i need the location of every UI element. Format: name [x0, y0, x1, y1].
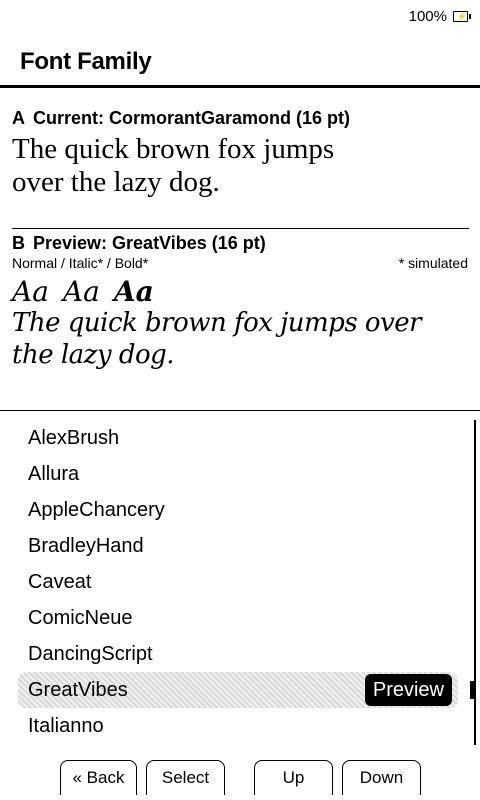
current-font-label: Current: CormorantGaramond (16 pt) [33, 108, 351, 128]
section-divider [12, 228, 469, 229]
page-title: Font Family [20, 48, 152, 75]
font-name: Caveat [28, 571, 92, 593]
current-font-sample: The quick brown fox jumps over the lazy … [12, 133, 468, 199]
current-sample-line1: The quick brown fox jumps [12, 133, 335, 165]
list-item[interactable]: ComicNeue [18, 600, 458, 636]
style-samples: Aa Aa Aa [12, 277, 468, 307]
scrollbar-thumb[interactable] [470, 681, 476, 699]
status-bar: 100% ⚡ [408, 8, 471, 25]
font-name: BradleyHand [28, 535, 144, 557]
preview-font-section: B Preview: GreatVibes (16 pt) Normal / It… [12, 233, 468, 371]
font-name: Italianno [28, 715, 104, 737]
section-letter-b: B [12, 233, 25, 253]
preview-button[interactable]: Preview [364, 674, 452, 706]
list-divider [0, 410, 480, 411]
font-name: GreatVibes [28, 679, 128, 701]
list-item-selected[interactable]: GreatVibes Preview [18, 672, 458, 708]
battery-percentage: 100% [408, 8, 447, 25]
simulated-note: * simulated [398, 255, 468, 271]
list-item[interactable]: AlexBrush [18, 420, 458, 456]
list-item[interactable]: Allura [18, 456, 458, 492]
preview-font-label: Preview: GreatVibes (16 pt) [33, 233, 266, 253]
section-letter-a: A [12, 108, 25, 128]
preview-sample-line2: the lazy dog. [12, 340, 175, 370]
list-item[interactable]: Caveat [18, 564, 458, 600]
list-item[interactable]: Italianno [18, 708, 458, 744]
battery-charging-icon: ⚡ [453, 11, 471, 22]
current-font-heading: A Current: CormorantGaramond (16 pt) [12, 108, 468, 129]
preview-font-heading: B Preview: GreatVibes (16 pt) [12, 233, 468, 254]
font-list[interactable]: AlexBrush Allura AppleChancery BradleyHa… [18, 420, 458, 744]
preview-sample-line1: The quick brown fox jumps over [12, 308, 422, 338]
title-divider [0, 85, 480, 88]
style-bold-sample: Aa [113, 275, 154, 308]
select-button[interactable]: Select [146, 760, 225, 795]
style-normal-sample: Aa [12, 275, 49, 308]
list-item[interactable]: AppleChancery [18, 492, 458, 528]
style-legend-row: Normal / Italic* / Bold* * simulated [12, 255, 468, 271]
list-item[interactable]: BradleyHand [18, 528, 458, 564]
font-name: ComicNeue [28, 607, 133, 629]
style-italic-sample: Aa [62, 275, 100, 308]
font-name: DancingScript [28, 643, 153, 665]
font-name: Allura [28, 463, 80, 485]
up-button[interactable]: Up [254, 760, 333, 795]
font-name: AppleChancery [28, 499, 165, 521]
list-item[interactable]: DancingScript [18, 636, 458, 672]
styles-label: Normal / Italic* / Bold* [12, 255, 149, 271]
current-sample-line2: over the lazy dog. [12, 166, 220, 198]
current-font-section: A Current: CormorantGaramond (16 pt) The … [12, 108, 468, 199]
back-button[interactable]: « Back [60, 760, 137, 795]
preview-font-sample: The quick brown fox jumps over the lazy … [12, 307, 468, 371]
font-name: AlexBrush [28, 427, 120, 449]
down-button[interactable]: Down [342, 760, 421, 795]
